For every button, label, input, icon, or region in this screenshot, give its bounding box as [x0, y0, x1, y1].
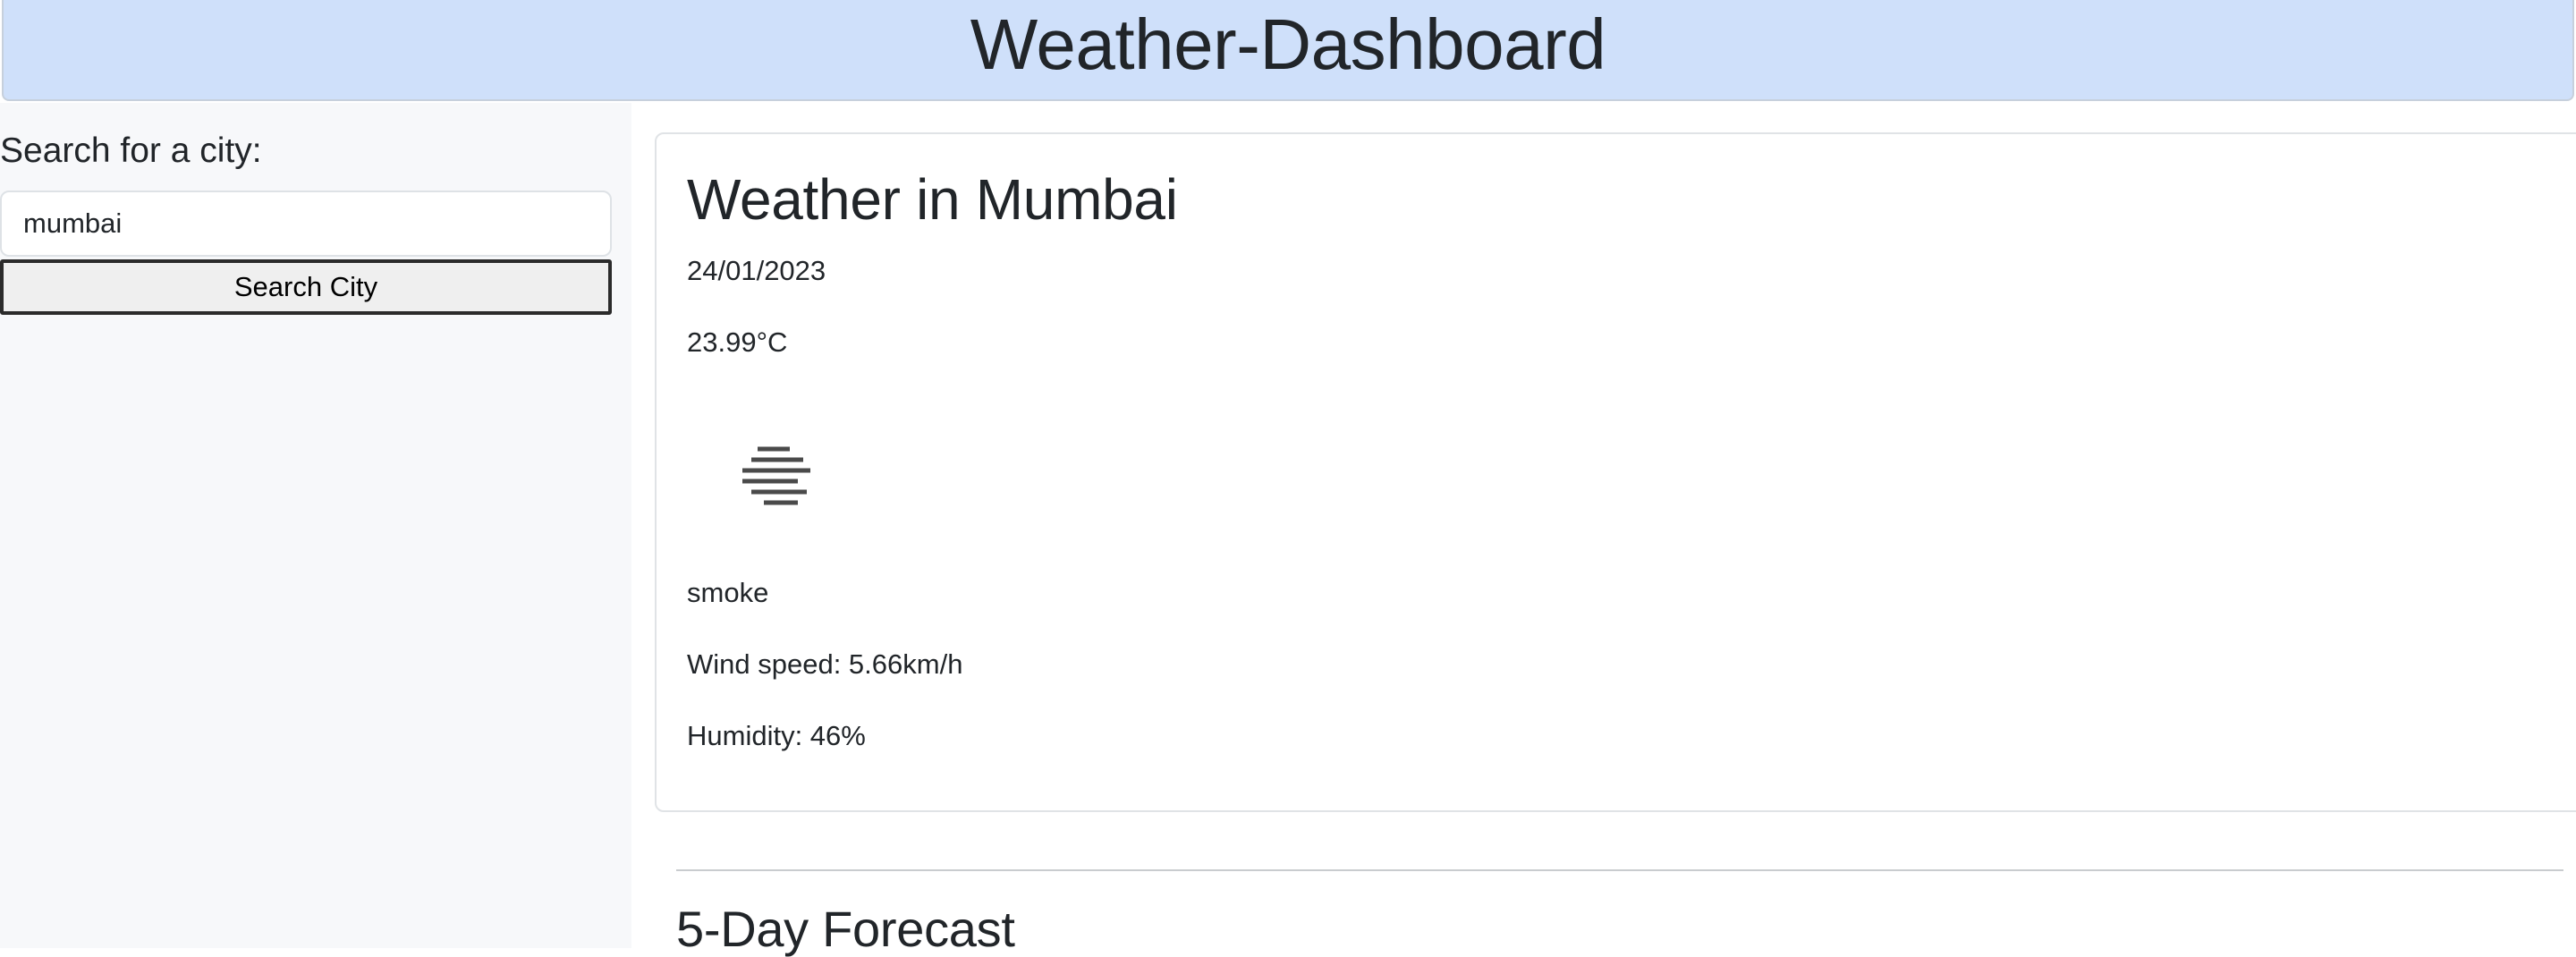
- current-temperature: 23.99°C: [687, 326, 788, 358]
- search-label: Search for a city:: [0, 131, 262, 170]
- smoke-haze-icon: [742, 446, 810, 505]
- search-city-button[interactable]: Search City: [0, 259, 612, 315]
- current-date: 24/01/2023: [687, 255, 826, 286]
- search-sidebar: Search for a city: Search City: [0, 103, 631, 948]
- city-search-input[interactable]: [0, 191, 612, 257]
- wind-speed: Wind speed: 5.66km/h: [687, 648, 963, 680]
- section-divider: [676, 869, 2563, 871]
- current-weather-title: Weather in Mumbai: [687, 167, 1178, 232]
- app-header: Weather-Dashboard: [2, 0, 2574, 101]
- page-title: Weather-Dashboard: [970, 4, 1606, 84]
- forecast-title: 5-Day Forecast: [676, 901, 1015, 957]
- weather-description: smoke: [687, 577, 769, 608]
- current-weather-card: Weather in Mumbai 24/01/2023 23.99°C smo…: [655, 132, 2576, 812]
- humidity: Humidity: 46%: [687, 720, 866, 751]
